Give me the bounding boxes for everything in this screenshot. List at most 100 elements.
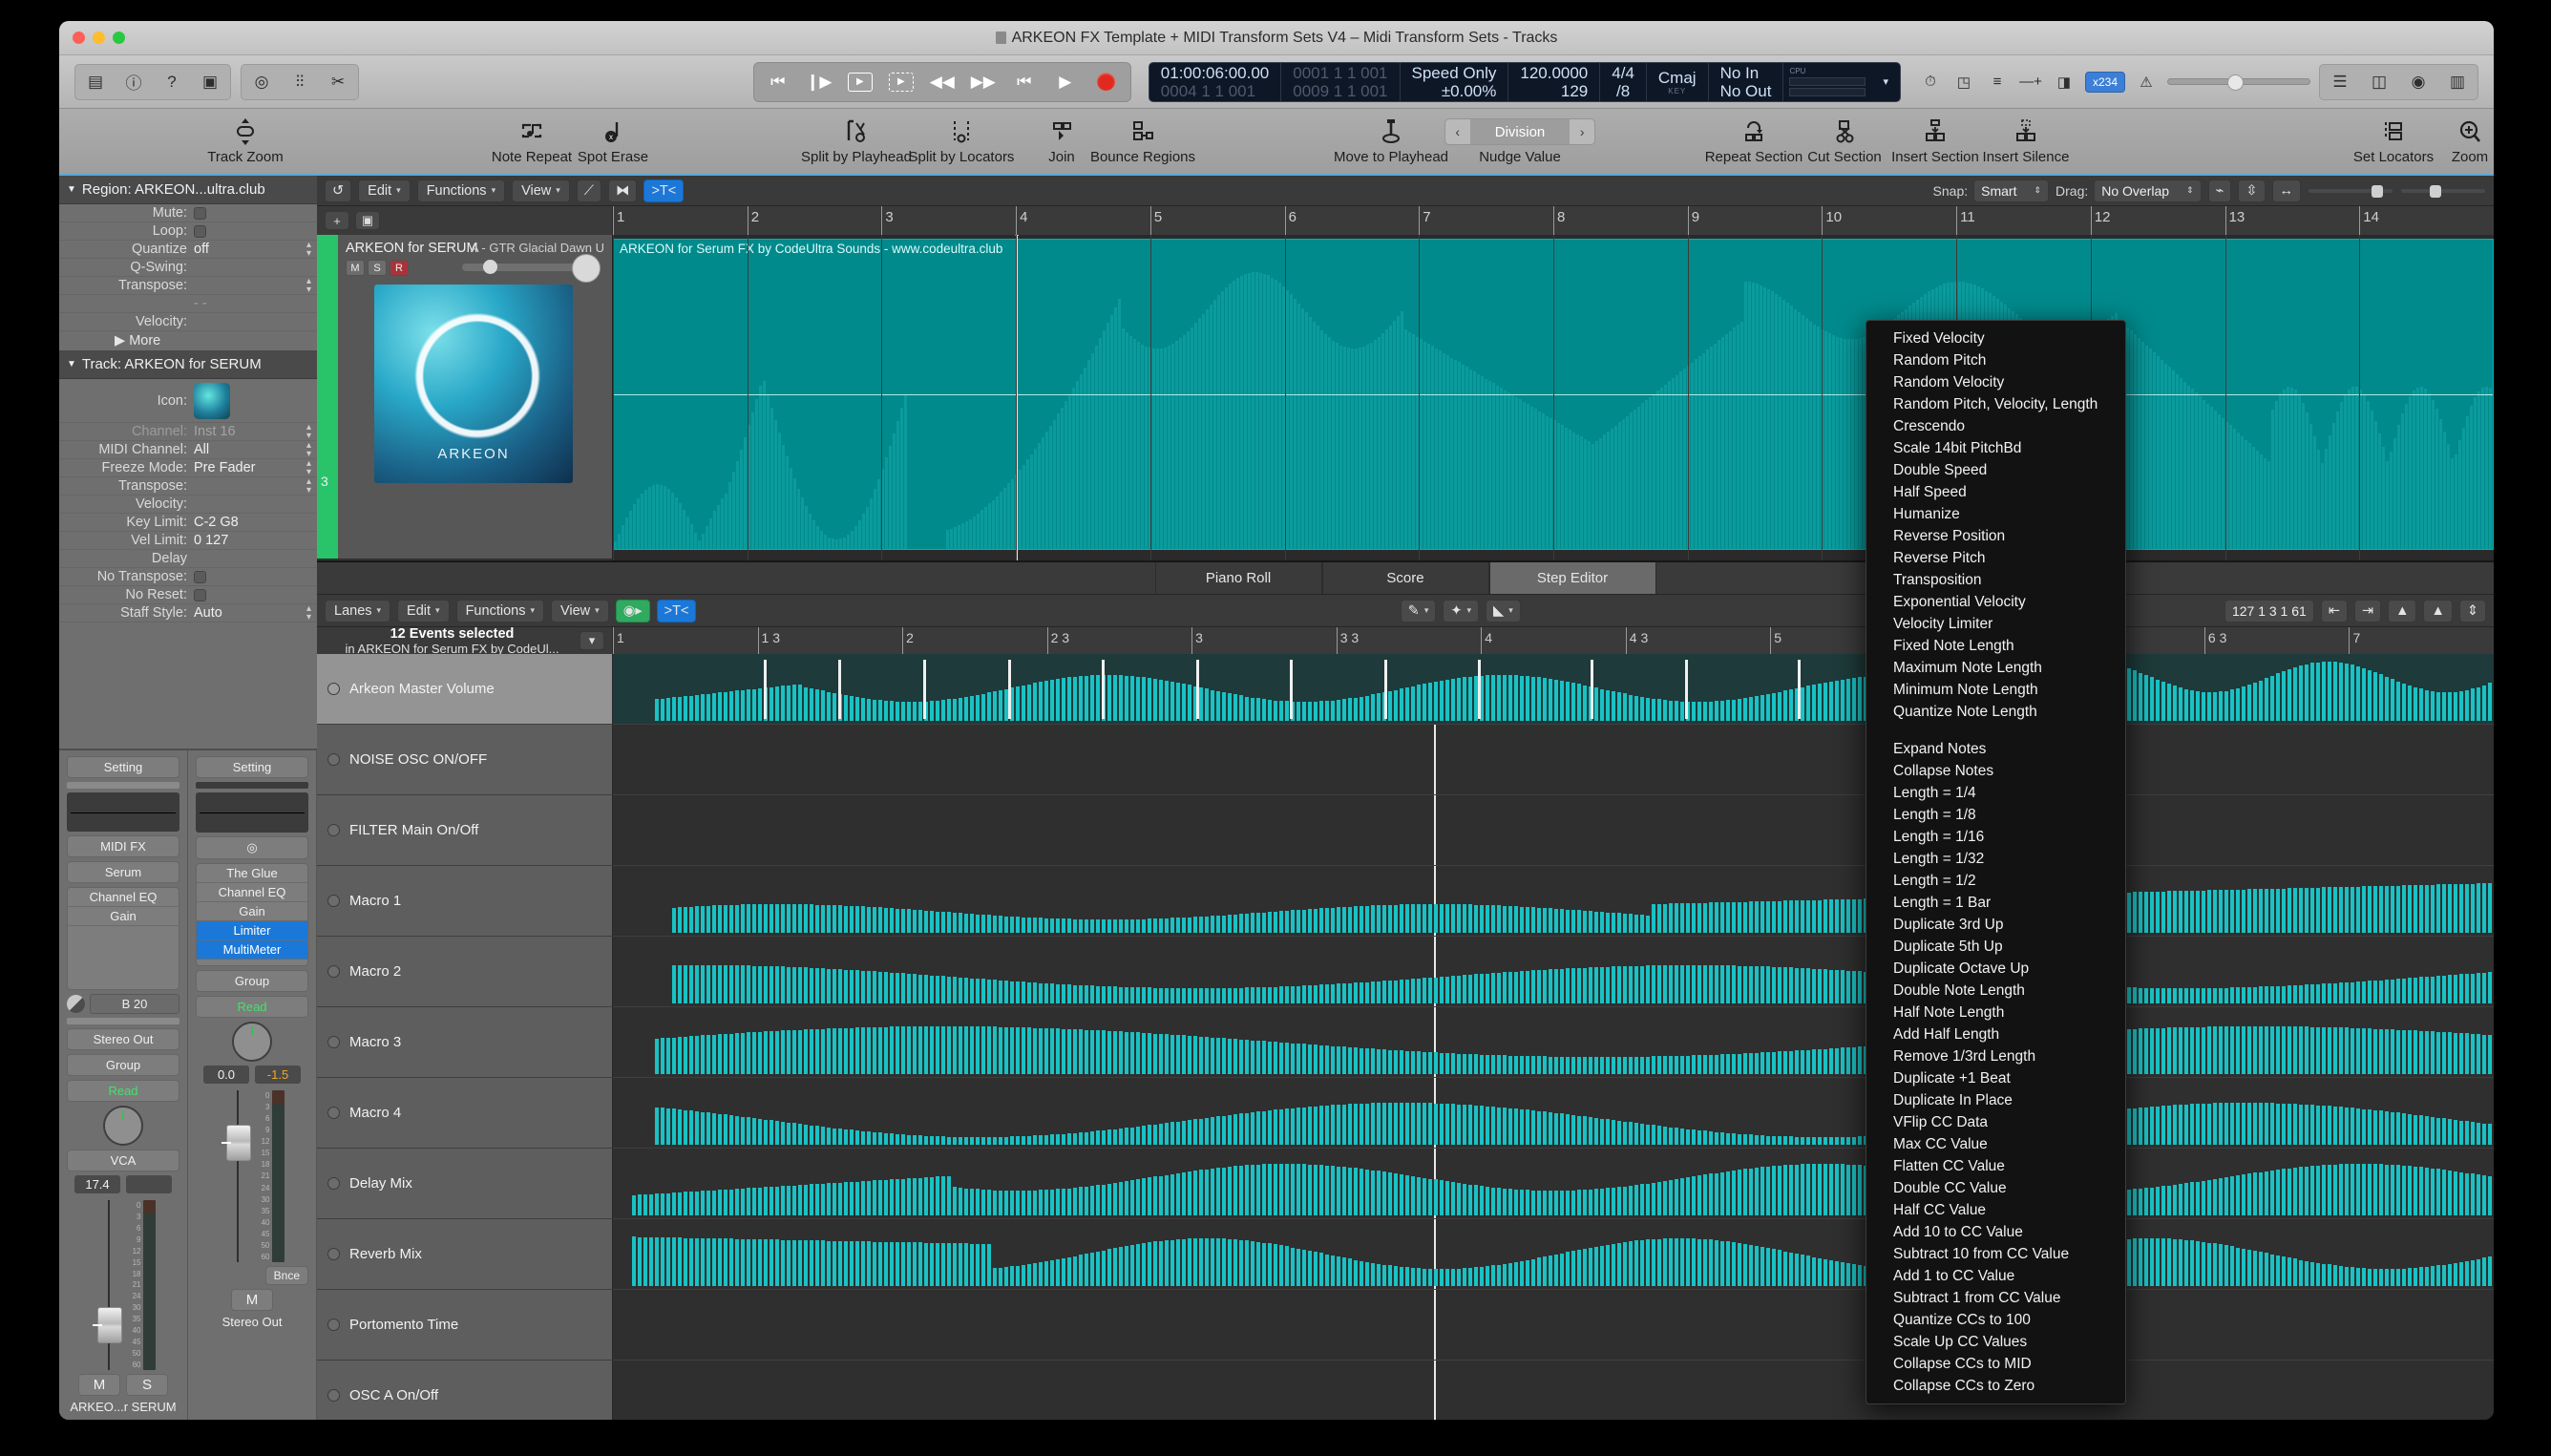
track-solo-button[interactable]: S bbox=[368, 260, 387, 276]
menu-edit[interactable]: Edit ▾ bbox=[358, 179, 411, 202]
track-buttons[interactable]: M S R bbox=[346, 260, 409, 276]
mute-solo-row[interactable]: M bbox=[231, 1289, 273, 1311]
fx-slot-active[interactable]: Limiter bbox=[197, 921, 307, 940]
master-volume-slider[interactable] bbox=[2167, 74, 2310, 91]
selected-event[interactable] bbox=[1684, 660, 1688, 719]
menu-item[interactable]: VFlip CC Data bbox=[1866, 1111, 2125, 1133]
lane-cell[interactable] bbox=[613, 1290, 2494, 1361]
automation-mode[interactable]: Read bbox=[67, 1080, 179, 1103]
editor-ruler[interactable]: 11 322 333 344 355 366 377 3 bbox=[613, 627, 2494, 654]
track-pan-knob[interactable] bbox=[572, 254, 601, 283]
menu-item[interactable]: Half Note Length bbox=[1866, 1002, 2125, 1023]
volume-value[interactable]: 17.4 bbox=[74, 1174, 120, 1193]
record-button[interactable] bbox=[1086, 66, 1127, 98]
menu-item[interactable]: Minimum Note Length bbox=[1866, 679, 2125, 701]
playhead-handle[interactable] bbox=[1008, 235, 1026, 237]
track-row-key-limit[interactable]: Key Limit: C-2 G8 bbox=[59, 514, 317, 532]
menu-item[interactable]: Duplicate Octave Up bbox=[1866, 958, 2125, 980]
menu-item[interactable]: Length = 1/16 bbox=[1866, 826, 2125, 848]
menu-item[interactable]: Scale 14bit PitchBd bbox=[1866, 437, 2125, 459]
menu-item[interactable]: Collapse CCs to MID bbox=[1866, 1353, 2125, 1375]
menu-item[interactable]: Scale Up CC Values bbox=[1866, 1331, 2125, 1353]
notes-icon[interactable]: ◫ bbox=[2361, 67, 2397, 97]
row-value[interactable] bbox=[194, 224, 311, 238]
tab-score[interactable]: Score bbox=[1321, 562, 1489, 594]
fader-cap[interactable] bbox=[221, 1125, 251, 1161]
stop-button[interactable]: ⏮ bbox=[1004, 66, 1044, 98]
menu-item[interactable]: Add 10 to CC Value bbox=[1866, 1221, 2125, 1243]
inspector-icon[interactable]: ⓘ bbox=[116, 67, 152, 97]
track-row-no-reset[interactable]: No Reset: bbox=[59, 586, 317, 604]
forward-button[interactable]: ▶▶ bbox=[963, 66, 1003, 98]
menu-item[interactable]: Random Velocity bbox=[1866, 371, 2125, 393]
tool-track-zoom[interactable]: Track Zoom bbox=[174, 115, 317, 165]
automation-curve-icon[interactable]: ⟋ bbox=[576, 179, 601, 202]
vertical-zoom-icon[interactable]: ⇳ bbox=[2238, 179, 2266, 202]
vertical-zoom-slider[interactable] bbox=[2308, 184, 2393, 198]
disclosure-triangle-icon[interactable]: ▼ bbox=[67, 359, 76, 369]
menu-functions[interactable]: Functions ▾ bbox=[455, 599, 544, 622]
menu-item[interactable]: Fixed Velocity bbox=[1866, 327, 2125, 349]
stepper-icon[interactable]: ▴ ▾ bbox=[306, 277, 311, 295]
selected-event[interactable] bbox=[763, 660, 767, 719]
mixer-icon[interactable]: ⫶⫶ bbox=[282, 67, 318, 97]
menu-functions[interactable]: Functions ▾ bbox=[416, 179, 506, 202]
tool-nudge-value[interactable]: ‹ Division › Nudge Value bbox=[1424, 115, 1615, 165]
tool-spot-erase[interactable]: x Spot Erase bbox=[541, 115, 685, 165]
eq-display[interactable] bbox=[67, 791, 179, 833]
pan-knob[interactable] bbox=[103, 1106, 143, 1146]
note-pad-badge[interactable]: x234 bbox=[2084, 71, 2125, 93]
lane-set-menu-icon[interactable]: ▾ bbox=[580, 631, 604, 650]
lcd-time-cell[interactable]: 01:00:06:00.00 0004 1 1 001 bbox=[1149, 62, 1282, 101]
menu-item[interactable]: Random Pitch bbox=[1866, 349, 2125, 371]
fit-zoom-icon[interactable]: ↔ bbox=[2271, 179, 2301, 202]
track-header-controls[interactable]: + ▣ bbox=[317, 206, 613, 235]
lcd-signature-cell[interactable]: 4/4 /8 bbox=[1600, 62, 1647, 101]
volume-fader[interactable] bbox=[90, 1199, 122, 1371]
lane-cell[interactable] bbox=[613, 1007, 2494, 1078]
group-slot[interactable]: Group bbox=[67, 1054, 179, 1077]
lane-row[interactable]: Reverb Mix bbox=[317, 1219, 612, 1290]
left-button-group[interactable]: ▤ ⓘ ? ▣ bbox=[74, 63, 231, 100]
menu-item[interactable]: Length = 1 Bar bbox=[1866, 892, 2125, 914]
lane-record-icon[interactable] bbox=[317, 753, 349, 766]
mute-checkbox[interactable] bbox=[194, 206, 206, 220]
lane-cell[interactable] bbox=[613, 866, 2494, 937]
lane-row[interactable]: Macro 3 bbox=[317, 1007, 612, 1078]
menu-item[interactable]: Quantize CCs to 100 bbox=[1866, 1309, 2125, 1331]
play-button[interactable]: ▶ bbox=[1045, 66, 1086, 98]
track-stack-icon[interactable]: ▣ bbox=[355, 211, 380, 230]
fx-slot[interactable]: Channel EQ bbox=[68, 888, 179, 908]
region-row-mute[interactable]: Mute: bbox=[59, 204, 317, 222]
lane-cell[interactable] bbox=[613, 725, 2494, 795]
lane-cell[interactable] bbox=[613, 1361, 2494, 1420]
menu-item[interactable]: Transposition bbox=[1866, 569, 2125, 591]
eraser-tool-icon[interactable]: ◣ ▾ bbox=[1486, 599, 1521, 622]
tool-colors[interactable]: Colors bbox=[2456, 115, 2494, 165]
track-row-staff-style[interactable]: Staff Style: Auto ▴ ▾ bbox=[59, 604, 317, 622]
row-value[interactable]: Inst 16 bbox=[194, 424, 306, 439]
volume-value[interactable]: 0.0 bbox=[203, 1066, 249, 1084]
lane-row[interactable]: NOISE OSC ON/OFF bbox=[317, 725, 612, 795]
menu-item[interactable]: Flatten CC Value bbox=[1866, 1155, 2125, 1177]
send-knob[interactable] bbox=[67, 995, 85, 1014]
menu-lanes[interactable]: Lanes ▾ bbox=[325, 599, 391, 622]
menu-item[interactable]: Duplicate 5th Up bbox=[1866, 936, 2125, 958]
menu-item[interactable]: Exponential Velocity bbox=[1866, 591, 2125, 613]
group-slot[interactable]: Group bbox=[196, 970, 308, 992]
region-row-transpose[interactable]: Transpose: ▴ ▾ bbox=[59, 277, 317, 295]
track-row-delay[interactable]: Delay bbox=[59, 550, 317, 568]
lane-record-icon[interactable] bbox=[317, 895, 349, 907]
lane-record-icon[interactable] bbox=[317, 1389, 349, 1402]
arrange-ruler[interactable]: 123456789101112131415 bbox=[613, 206, 2494, 235]
tab-piano-roll[interactable]: Piano Roll bbox=[1154, 562, 1322, 594]
fx-slot-active[interactable]: MultiMeter bbox=[197, 940, 307, 960]
menu-item[interactable]: Subtract 1 from CC Value bbox=[1866, 1287, 2125, 1309]
send-empty-slot[interactable] bbox=[67, 1018, 179, 1025]
selected-event[interactable] bbox=[1007, 660, 1011, 719]
lane-record-icon[interactable] bbox=[317, 1107, 349, 1119]
zoom-out-icon[interactable]: ▲ bbox=[2388, 599, 2417, 622]
row-value[interactable] bbox=[194, 588, 311, 601]
track-record-button[interactable]: R bbox=[390, 260, 409, 276]
lane-row[interactable]: Macro 4 bbox=[317, 1078, 612, 1149]
